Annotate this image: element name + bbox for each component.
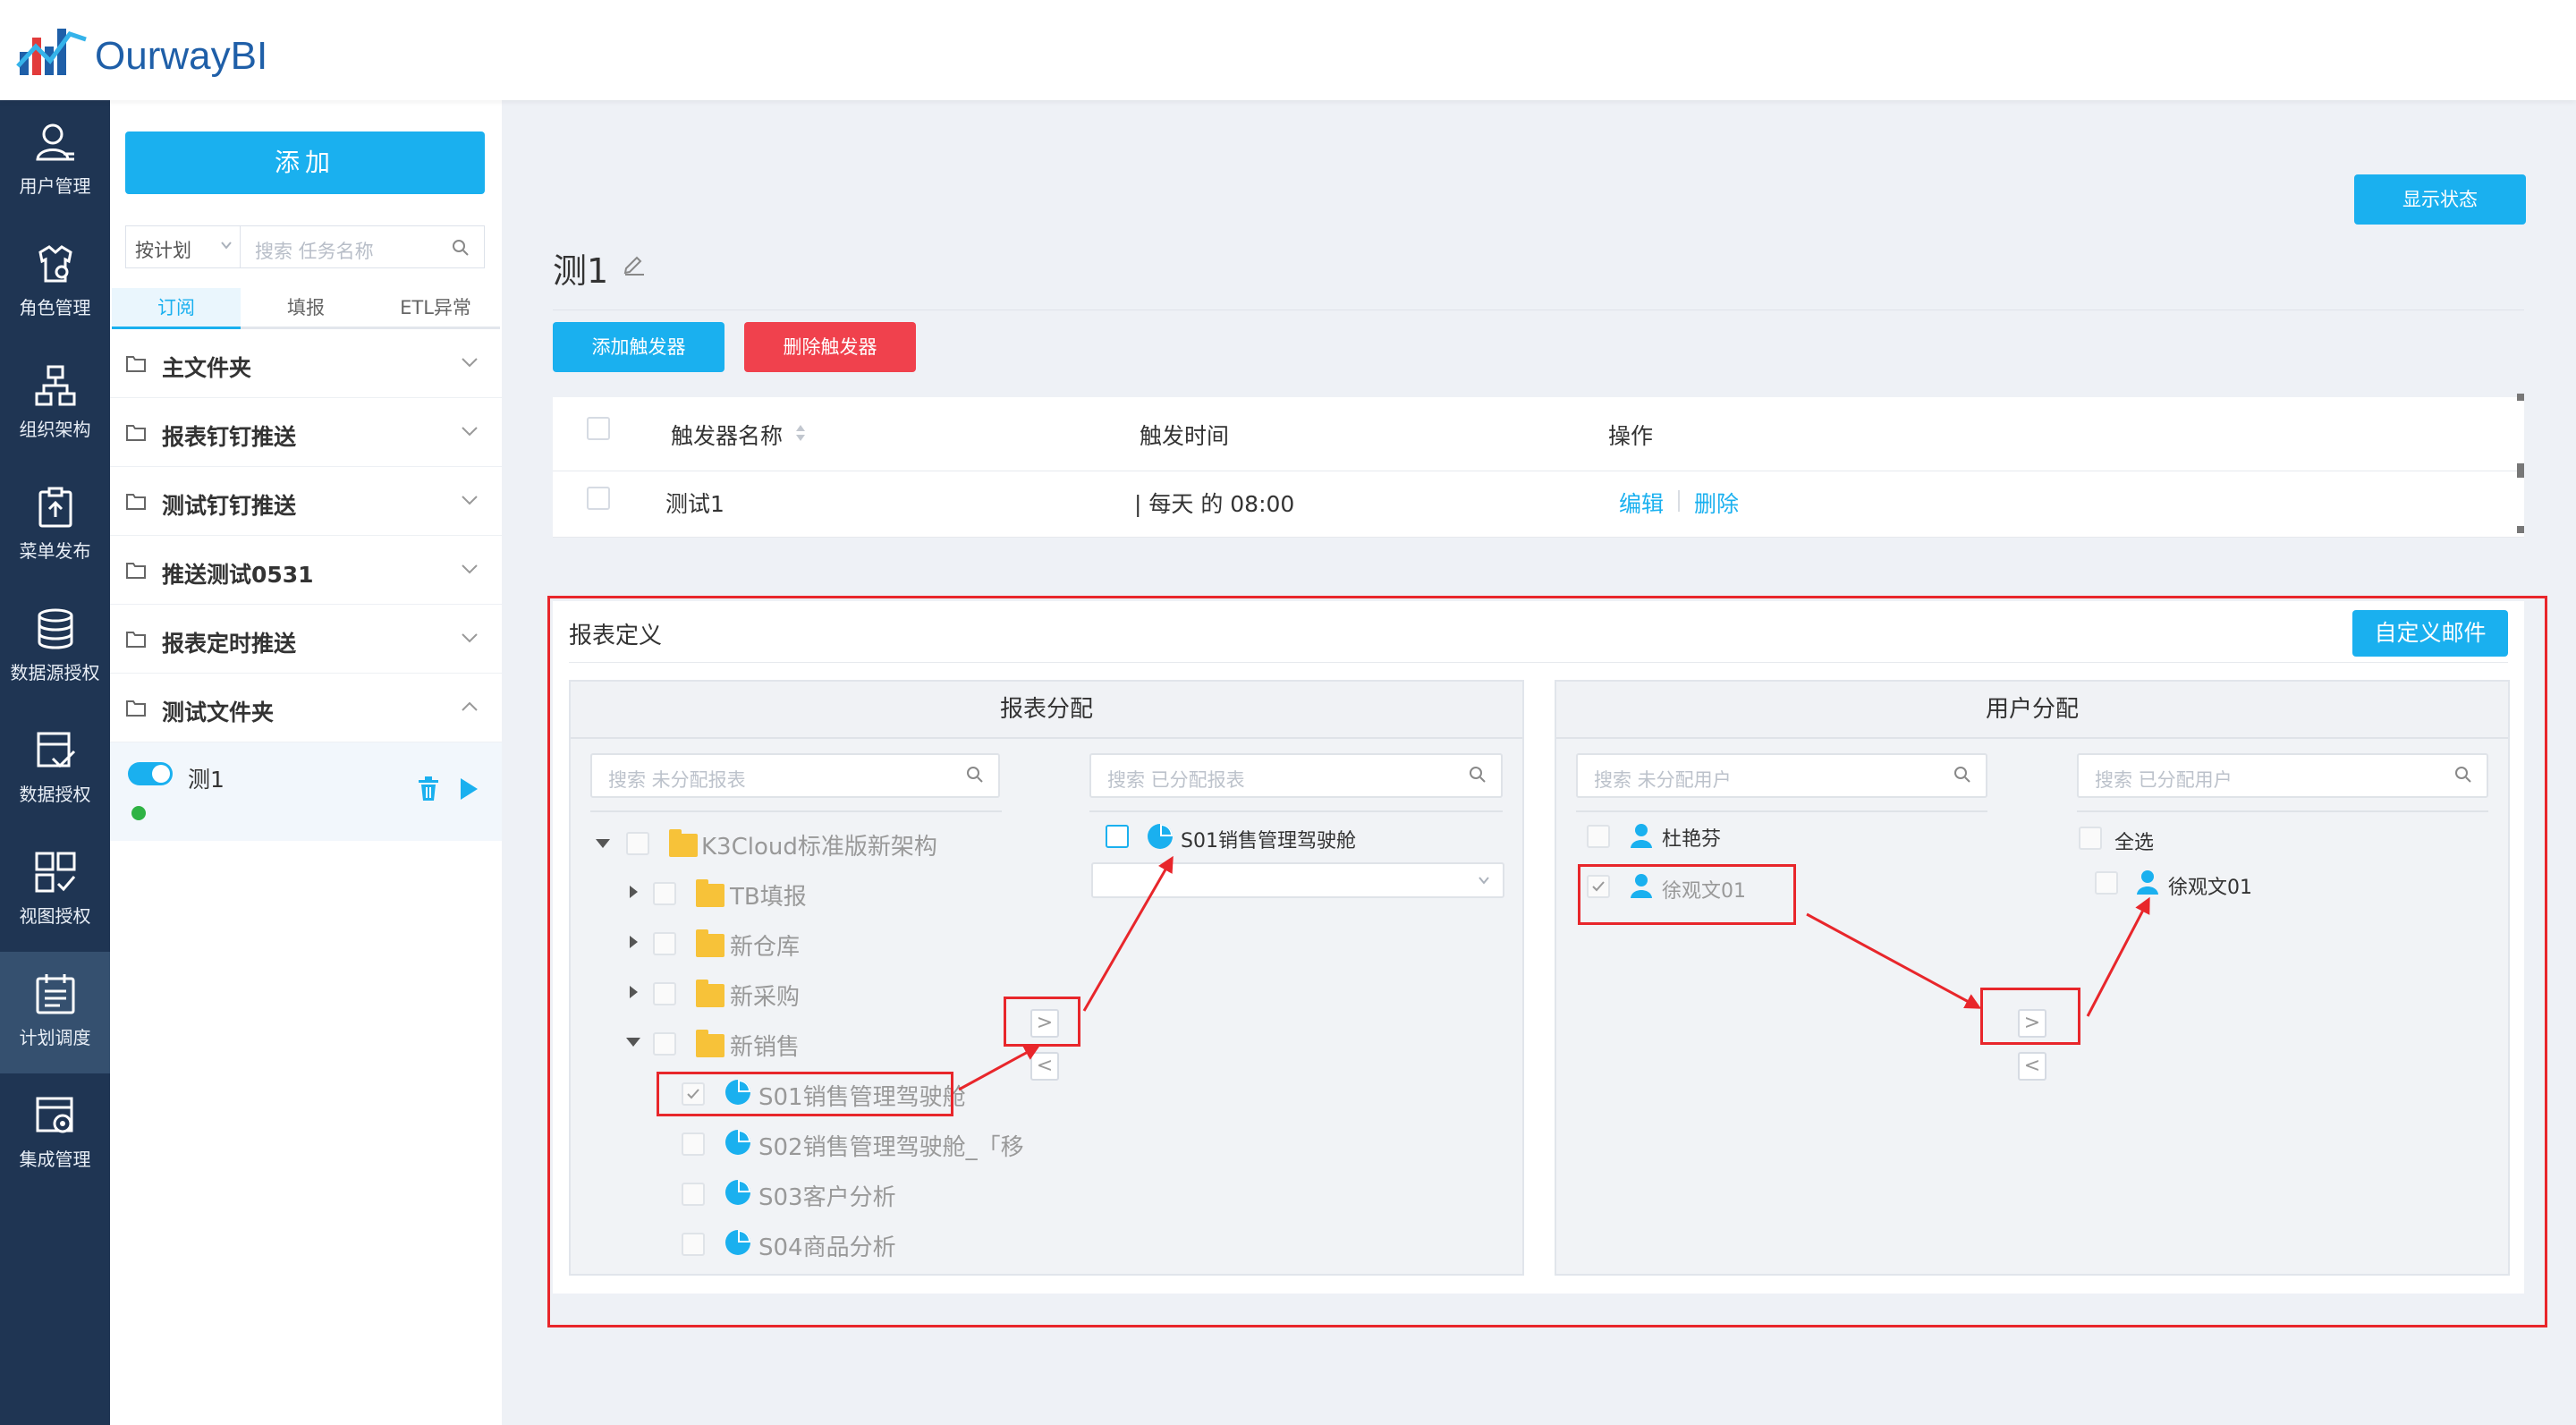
org-chart-icon bbox=[35, 365, 75, 406]
chevron-up-icon bbox=[462, 701, 478, 711]
nav-label: 视图授权 bbox=[19, 905, 91, 927]
folder-label: 报表钉钉推送 bbox=[162, 424, 297, 450]
page-title: 测1 bbox=[553, 251, 609, 291]
task-type-tabs: 订阅 填报 ETL异常 bbox=[112, 288, 500, 329]
nav-item-dataauth[interactable]: 数据授权 bbox=[0, 708, 110, 830]
annotation-highlight-box bbox=[547, 596, 2547, 1327]
integration-gear-icon bbox=[36, 1097, 72, 1133]
annotation-highlight-box bbox=[1578, 864, 1796, 925]
nav-item-schedule[interactable]: 计划调度 bbox=[0, 952, 110, 1073]
annotation-highlight-box bbox=[1980, 988, 2080, 1045]
folder-label: 报表定时推送 bbox=[162, 631, 297, 657]
add-task-button[interactable]: 添加 bbox=[125, 131, 485, 194]
folder-label: 测试文件夹 bbox=[162, 700, 275, 725]
search-icon bbox=[453, 240, 469, 256]
folder-icon bbox=[126, 356, 146, 372]
nav-label: 计划调度 bbox=[19, 1027, 91, 1048]
trash-icon[interactable] bbox=[417, 776, 440, 802]
main-nav: 用户管理 角色管理 组织架构 菜单发布 数据源授权 数据授权 视图授权 计划调度… bbox=[0, 100, 110, 1425]
chevron-down-icon bbox=[462, 564, 478, 574]
user-icon bbox=[35, 123, 74, 161]
row-checkbox[interactable] bbox=[587, 487, 610, 510]
pencil-icon[interactable] bbox=[623, 252, 646, 276]
nav-item-integration[interactable]: 集成管理 bbox=[0, 1073, 110, 1195]
nav-label: 数据授权 bbox=[19, 784, 91, 805]
scrollbar-up-arrow[interactable] bbox=[2517, 394, 2524, 401]
folder-row[interactable]: 测试文件夹 bbox=[110, 674, 502, 742]
folder-label: 测试钉钉推送 bbox=[162, 493, 297, 519]
brand-name: OurwayBI bbox=[95, 34, 268, 78]
annotation-highlight-box bbox=[657, 1072, 953, 1116]
folder-row[interactable]: 报表钉钉推送 bbox=[110, 398, 502, 467]
column-header-name: 触发器名称 bbox=[671, 423, 784, 449]
column-header-time: 触发时间 bbox=[1140, 423, 1230, 449]
add-trigger-button[interactable]: 添加触发器 bbox=[553, 322, 724, 372]
trigger-time-cell: | 每天 的 08:00 bbox=[1134, 491, 1295, 517]
task-item[interactable] bbox=[110, 742, 502, 841]
chevron-down-icon bbox=[462, 496, 478, 505]
trigger-table: 触发器名称 触发时间 操作 测试1 | 每天 的 08:00 bbox=[553, 397, 2524, 537]
tab-subscribe[interactable]: 订阅 bbox=[112, 288, 241, 329]
column-header-actions: 操作 bbox=[1608, 423, 1654, 449]
folder-icon bbox=[126, 563, 146, 579]
sort-icon[interactable] bbox=[794, 422, 807, 444]
clipboard-upload-icon bbox=[38, 487, 72, 528]
nav-label: 组织架构 bbox=[19, 419, 91, 440]
tab-fill-report[interactable]: 填报 bbox=[242, 288, 370, 329]
folder-icon bbox=[126, 425, 146, 441]
delete-link[interactable]: 删除 bbox=[1694, 487, 1739, 519]
nav-label: 用户管理 bbox=[19, 175, 91, 197]
role-icon bbox=[38, 245, 72, 283]
display-status-button[interactable]: 显示状态 bbox=[2354, 174, 2526, 225]
folder-label: 主文件夹 bbox=[162, 355, 252, 381]
folder-row[interactable]: 推送测试0531 bbox=[110, 536, 502, 605]
trigger-name-cell: 测试1 bbox=[665, 491, 724, 517]
nav-label: 角色管理 bbox=[19, 297, 91, 318]
chevron-down-icon bbox=[462, 633, 478, 643]
play-icon[interactable] bbox=[458, 776, 479, 802]
task-search-placeholder: 搜索 任务名称 bbox=[255, 241, 374, 262]
select-all-checkbox[interactable] bbox=[587, 417, 610, 440]
database-icon bbox=[38, 608, 72, 649]
grid-check-icon bbox=[35, 852, 75, 893]
annotation-highlight-box bbox=[1004, 997, 1080, 1047]
nav-label: 集成管理 bbox=[19, 1149, 91, 1170]
folder-row[interactable]: 报表定时推送 bbox=[110, 605, 502, 674]
nav-item-user[interactable]: 用户管理 bbox=[0, 100, 110, 222]
plan-filter-select[interactable]: 按计划 bbox=[125, 225, 240, 268]
task-search-input[interactable]: 搜索 任务名称 bbox=[240, 225, 485, 268]
task-name: 测1 bbox=[188, 767, 225, 793]
nav-item-datasource[interactable]: 数据源授权 bbox=[0, 587, 110, 708]
edit-link[interactable]: 编辑 bbox=[1619, 487, 1664, 519]
tab-etl-error[interactable]: ETL异常 bbox=[371, 288, 500, 329]
data-check-icon bbox=[37, 732, 75, 768]
nav-item-org[interactable]: 组织架构 bbox=[0, 344, 110, 465]
scrollbar-down-arrow[interactable] bbox=[2517, 526, 2524, 533]
ourwaybi-logo-icon bbox=[16, 29, 87, 75]
folder-icon bbox=[126, 494, 146, 510]
link-separator bbox=[1678, 490, 1680, 512]
chevron-down-icon bbox=[221, 242, 232, 250]
chevron-down-icon bbox=[462, 427, 478, 437]
nav-item-role[interactable]: 角色管理 bbox=[0, 222, 110, 344]
status-dot bbox=[131, 806, 146, 820]
chevron-down-icon bbox=[462, 358, 478, 368]
nav-label: 菜单发布 bbox=[19, 540, 91, 562]
folder-icon bbox=[126, 632, 146, 648]
folder-label: 推送测试0531 bbox=[162, 562, 314, 588]
folder-icon bbox=[126, 700, 146, 717]
top-bar: OurwayBI bbox=[0, 0, 2576, 100]
table-divider bbox=[553, 537, 2524, 538]
folder-row[interactable]: 主文件夹 bbox=[110, 329, 502, 398]
calendar-icon bbox=[36, 974, 74, 1014]
delete-trigger-button[interactable]: 删除触发器 bbox=[744, 322, 916, 372]
nav-item-menu[interactable]: 菜单发布 bbox=[0, 465, 110, 587]
plan-filter-value: 按计划 bbox=[135, 240, 191, 261]
task-enabled-toggle[interactable] bbox=[128, 762, 173, 785]
folder-row[interactable]: 测试钉钉推送 bbox=[110, 467, 502, 536]
nav-item-viewauth[interactable]: 视图授权 bbox=[0, 830, 110, 952]
scrollbar-thumb[interactable] bbox=[2517, 463, 2524, 478]
nav-label: 数据源授权 bbox=[10, 662, 100, 683]
